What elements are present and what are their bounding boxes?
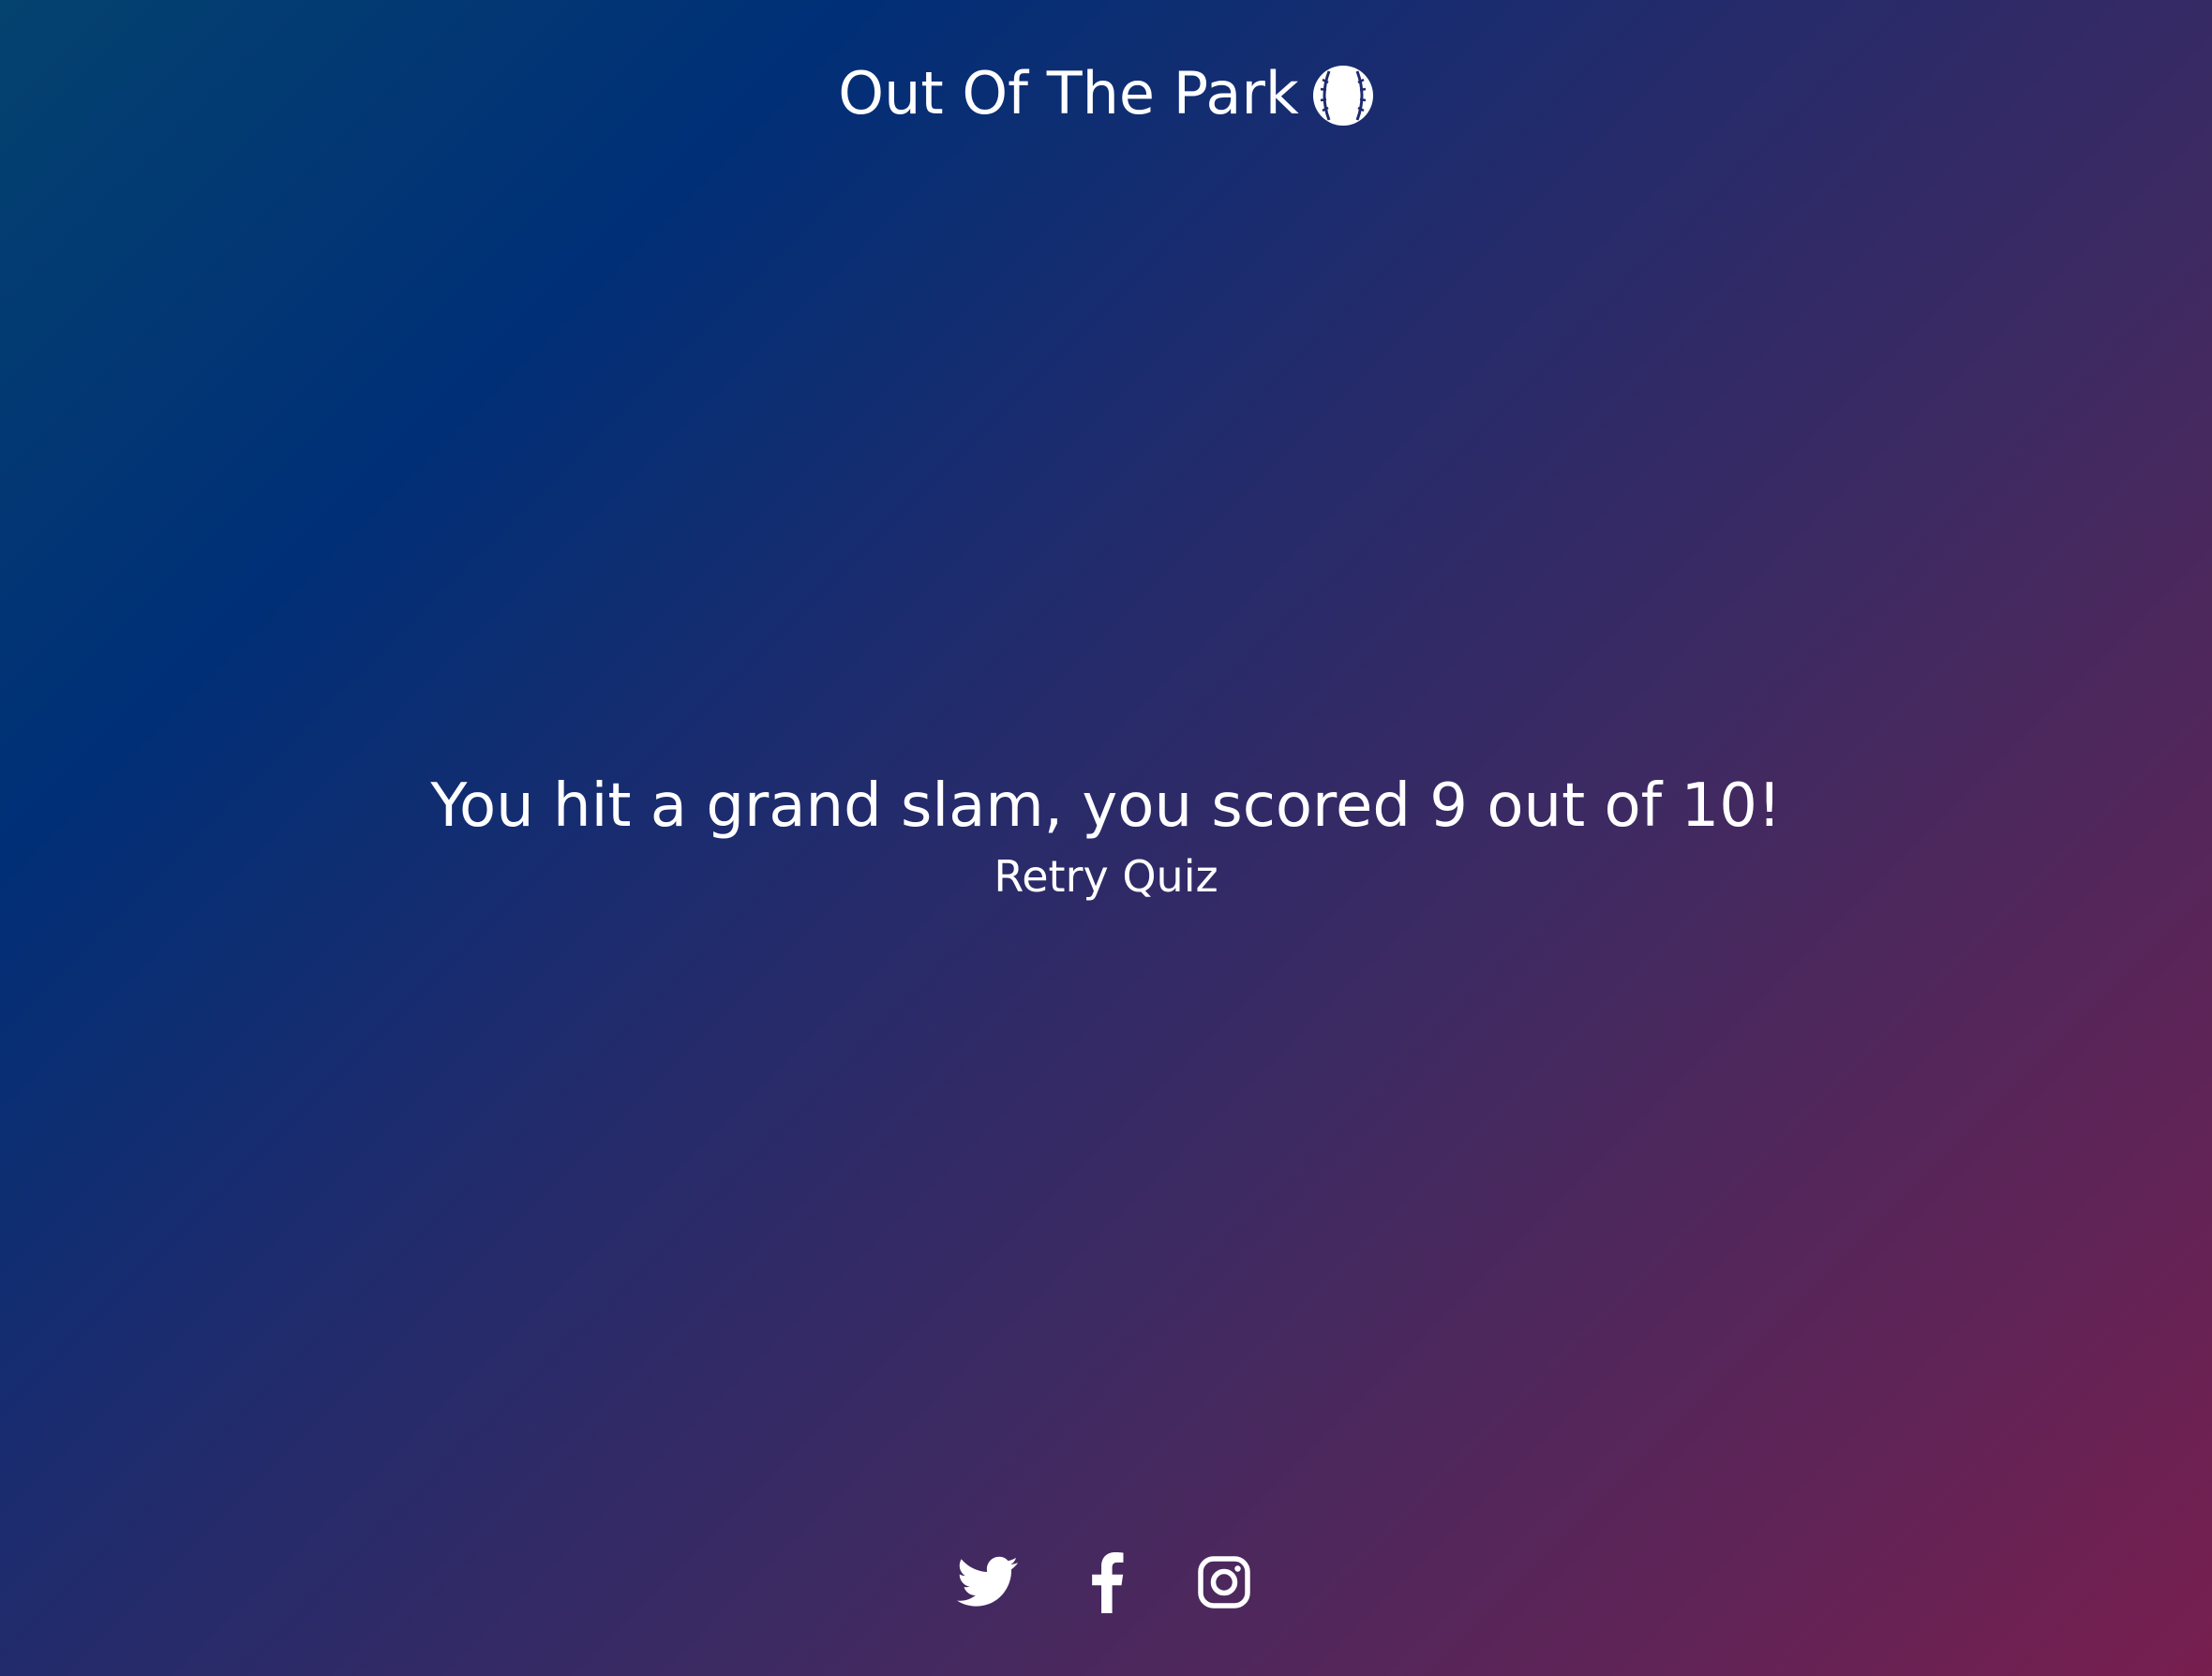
facebook-icon[interactable] — [1072, 1549, 1140, 1616]
baseball-icon — [1312, 65, 1374, 127]
twitter-icon[interactable] — [954, 1549, 1022, 1616]
instagram-icon[interactable] — [1190, 1549, 1258, 1616]
site-header: Out Of The Park — [0, 56, 2212, 131]
score-message: You hit a grand slam, you scored 9 out o… — [430, 771, 1782, 841]
retry-quiz-link[interactable]: Retry Quiz — [994, 847, 1218, 905]
site-title: Out Of The Park — [838, 59, 1299, 127]
social-footer — [0, 1549, 2212, 1616]
result-section: You hit a grand slam, you scored 9 out o… — [0, 767, 2212, 905]
